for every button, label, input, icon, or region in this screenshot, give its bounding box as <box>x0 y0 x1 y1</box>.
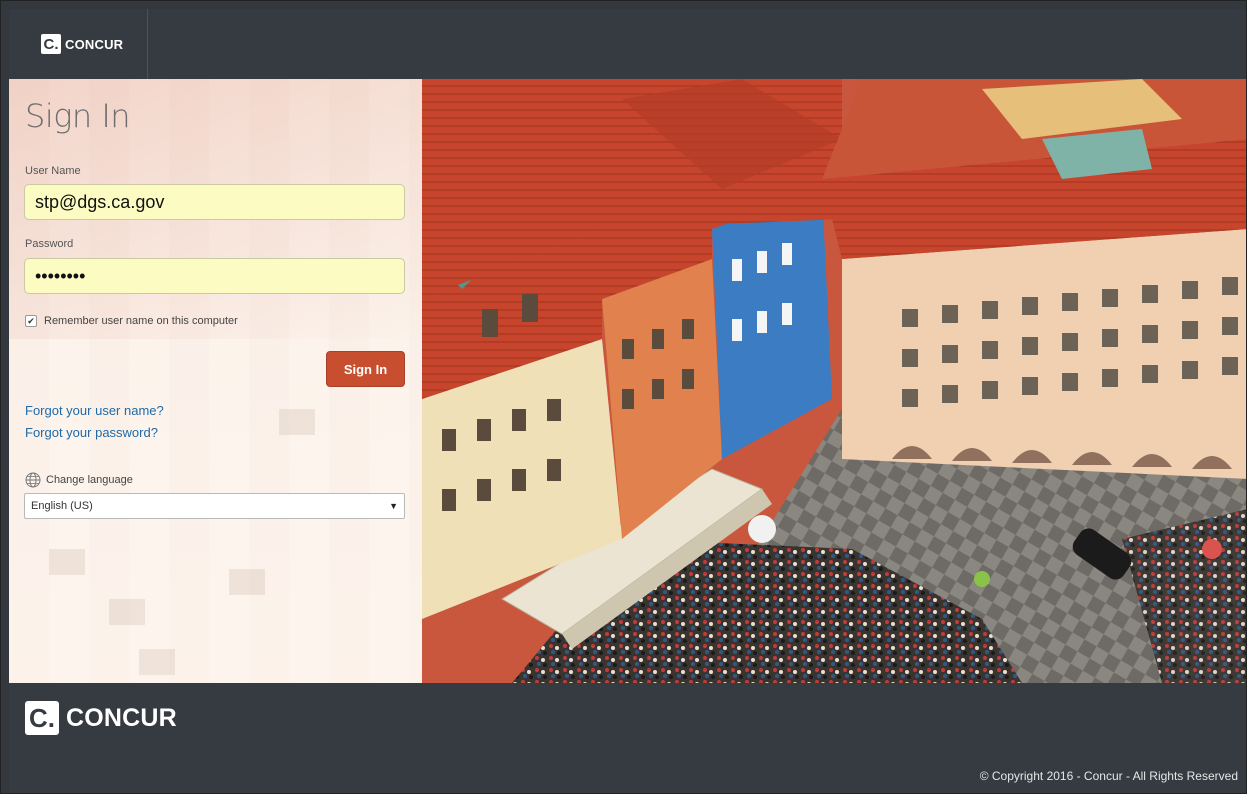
copyright-text: © Copyright 2016 - Concur - All Rights R… <box>979 769 1238 783</box>
panel-background-window <box>229 569 265 595</box>
forgot-username-link[interactable]: Forgot your user name? <box>25 403 164 418</box>
caret-down-icon: ▼ <box>389 501 398 511</box>
globe-icon <box>25 472 41 488</box>
forgot-password-link[interactable]: Forgot your password? <box>25 425 158 440</box>
page-title: Sign In <box>25 97 131 135</box>
footer-logo-text: CONCUR <box>66 703 177 732</box>
panel-background-window <box>139 649 175 675</box>
page-footer: C. CONCUR © Copyright 2016 - Concur - Al… <box>9 683 1246 793</box>
header-logo[interactable]: C. CONCUR <box>9 9 148 79</box>
main-content: Sign In User Name Password ✔ Remember us… <box>9 79 1246 683</box>
hero-photo <box>422 79 1246 683</box>
change-language-label: Change language <box>46 474 133 486</box>
signin-button[interactable]: Sign In <box>326 351 405 387</box>
change-language-row: Change language <box>25 472 133 488</box>
password-label: Password <box>25 238 74 250</box>
login-page: C. CONCUR Sign In User Name Password ✔ R… <box>0 0 1247 794</box>
checkmark-icon: ✔ <box>27 315 35 326</box>
top-bar: C. CONCUR <box>9 9 1246 79</box>
panel-background-window <box>109 599 145 625</box>
remember-row: ✔ Remember user name on this computer <box>25 315 238 327</box>
password-input[interactable] <box>24 258 405 294</box>
footer-logo[interactable]: C. CONCUR <box>25 701 177 735</box>
signin-panel: Sign In User Name Password ✔ Remember us… <box>9 79 422 683</box>
concur-logo-icon: C. <box>25 701 59 735</box>
remember-checkbox[interactable]: ✔ <box>25 315 37 327</box>
remember-label: Remember user name on this computer <box>44 315 238 327</box>
concur-logo-icon: C. <box>41 34 61 54</box>
language-selected-value: English (US) <box>31 500 93 512</box>
language-select[interactable]: English (US) ▼ <box>24 493 405 519</box>
username-label: User Name <box>25 165 81 177</box>
panel-background-window <box>49 549 85 575</box>
panel-background-window <box>279 409 315 435</box>
header-logo-text: CONCUR <box>65 36 124 52</box>
old-town-square-image <box>422 79 1246 683</box>
username-input[interactable] <box>24 184 405 220</box>
